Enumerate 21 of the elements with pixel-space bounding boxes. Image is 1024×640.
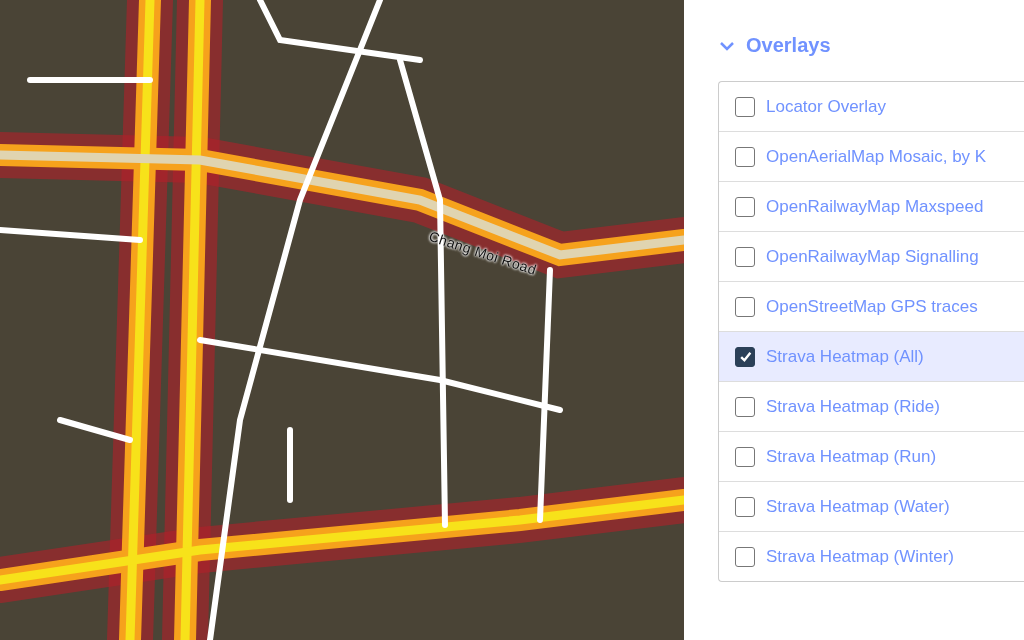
overlay-item[interactable]: Strava Heatmap (Water) [719, 481, 1024, 531]
overlay-item[interactable]: OpenAerialMap Mosaic, by K [719, 131, 1024, 181]
checkbox[interactable] [735, 346, 755, 367]
checkmark-icon [738, 350, 752, 363]
checkbox[interactable] [735, 146, 755, 167]
overlay-item[interactable]: Locator Overlay [719, 82, 1024, 131]
overlays-section-toggle[interactable]: Overlays [718, 34, 831, 57]
checkbox[interactable] [735, 546, 755, 567]
overlay-item[interactable]: OpenRailwayMap Signalling [719, 231, 1024, 281]
checkbox[interactable] [735, 246, 755, 267]
checkbox[interactable] [735, 196, 755, 217]
checkbox[interactable] [735, 446, 755, 467]
checkbox[interactable] [735, 96, 755, 117]
checkbox[interactable] [735, 296, 755, 317]
overlay-item[interactable]: Strava Heatmap (All) [719, 331, 1024, 381]
overlay-item[interactable]: OpenRailwayMap Maxspeed [719, 181, 1024, 231]
overlay-item[interactable]: Strava Heatmap (Ride) [719, 381, 1024, 431]
overlay-item[interactable]: Strava Heatmap (Winter) [719, 531, 1024, 581]
checkbox[interactable] [735, 496, 755, 517]
checkbox[interactable] [735, 396, 755, 417]
overlay-item[interactable]: Strava Heatmap (Run) [719, 431, 1024, 481]
